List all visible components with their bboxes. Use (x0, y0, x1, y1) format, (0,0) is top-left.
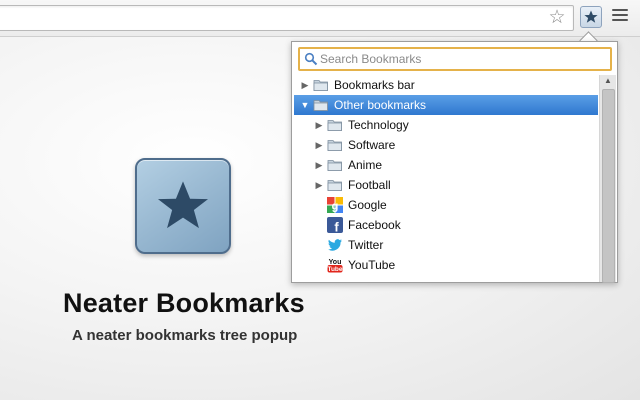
folder-icon (313, 77, 329, 93)
star-icon (584, 10, 598, 23)
tree-item-label: Twitter (348, 238, 384, 252)
folder-icon (327, 137, 343, 153)
svg-text:f: f (334, 220, 339, 234)
tree-folder-item[interactable]: ▶ Software (294, 135, 598, 155)
svg-text:Tube: Tube (327, 266, 342, 273)
svg-text:g: g (332, 201, 339, 213)
tree-bookmark-item[interactable]: f Facebook (294, 215, 598, 235)
browser-toolbar: ☆ (0, 0, 640, 37)
app-logo (135, 158, 231, 254)
collapse-right-arrow-icon[interactable]: ▶ (314, 155, 324, 175)
google-favicon-icon: g (327, 197, 343, 213)
address-bar[interactable]: ☆ (0, 5, 574, 31)
page-title: Neater Bookmarks (63, 288, 305, 318)
star-icon (157, 181, 209, 229)
search-input[interactable] (320, 49, 600, 69)
collapse-right-arrow-icon[interactable]: ▶ (300, 75, 310, 95)
page-subtitle: A neater bookmarks tree popup (72, 327, 298, 344)
folder-icon (327, 157, 343, 173)
tree-item-label: Software (348, 138, 396, 152)
scroll-up-arrow-icon[interactable]: ▲ (600, 75, 616, 87)
tree-item-label: Facebook (348, 218, 401, 232)
tree-folder-item[interactable]: ▼ Other bookmarks (294, 95, 598, 115)
neater-bookmarks-extension-button[interactable] (580, 6, 602, 28)
facebook-favicon-icon: f (327, 217, 343, 235)
search-icon (304, 52, 318, 66)
bookmarks-tree: ▶ Bookmarks bar ▼ Other bookmarks ▶ Technolog… (294, 75, 598, 280)
tree-item-label: YouTube (348, 258, 396, 272)
folder-icon (327, 177, 343, 193)
folder-icon (313, 97, 329, 113)
svg-text:You: You (329, 259, 342, 266)
scrollbar[interactable]: ▲ (599, 75, 616, 283)
search-box (298, 47, 612, 71)
bookmarks-popup: ▶ Bookmarks bar ▼ Other bookmarks ▶ Technolog… (291, 41, 618, 283)
collapse-right-arrow-icon[interactable]: ▶ (314, 135, 324, 155)
hamburger-menu-icon[interactable] (612, 9, 628, 25)
tree-item-label: Technology (348, 118, 409, 132)
tree-folder-item[interactable]: ▶ Football (294, 175, 598, 195)
youtube-favicon-icon: You Tube (327, 257, 343, 273)
tree-bookmark-item[interactable]: You Tube YouTube (294, 255, 598, 275)
scrollbar-thumb[interactable] (602, 89, 615, 283)
star-outline-icon[interactable]: ☆ (547, 8, 567, 28)
tree-folder-item[interactable]: ▶ Anime (294, 155, 598, 175)
tree-item-label: Bookmarks bar (334, 78, 415, 92)
tree-folder-item[interactable]: ▶ Bookmarks bar (294, 75, 598, 95)
collapse-right-arrow-icon[interactable]: ▶ (314, 175, 324, 195)
tree-item-label: Anime (348, 158, 383, 172)
tree-folder-item[interactable]: ▶ Technology (294, 115, 598, 135)
tree-item-label: Football (348, 178, 391, 192)
expand-down-arrow-icon[interactable]: ▼ (300, 95, 310, 115)
collapse-right-arrow-icon[interactable]: ▶ (314, 115, 324, 135)
folder-icon (327, 117, 343, 133)
tree-item-label: Other bookmarks (334, 98, 427, 112)
tree-bookmark-item[interactable]: g Google (294, 195, 598, 215)
twitter-favicon-icon (327, 237, 343, 253)
tree-bookmark-item[interactable]: Twitter (294, 235, 598, 255)
tree-item-label: Google (348, 198, 387, 212)
